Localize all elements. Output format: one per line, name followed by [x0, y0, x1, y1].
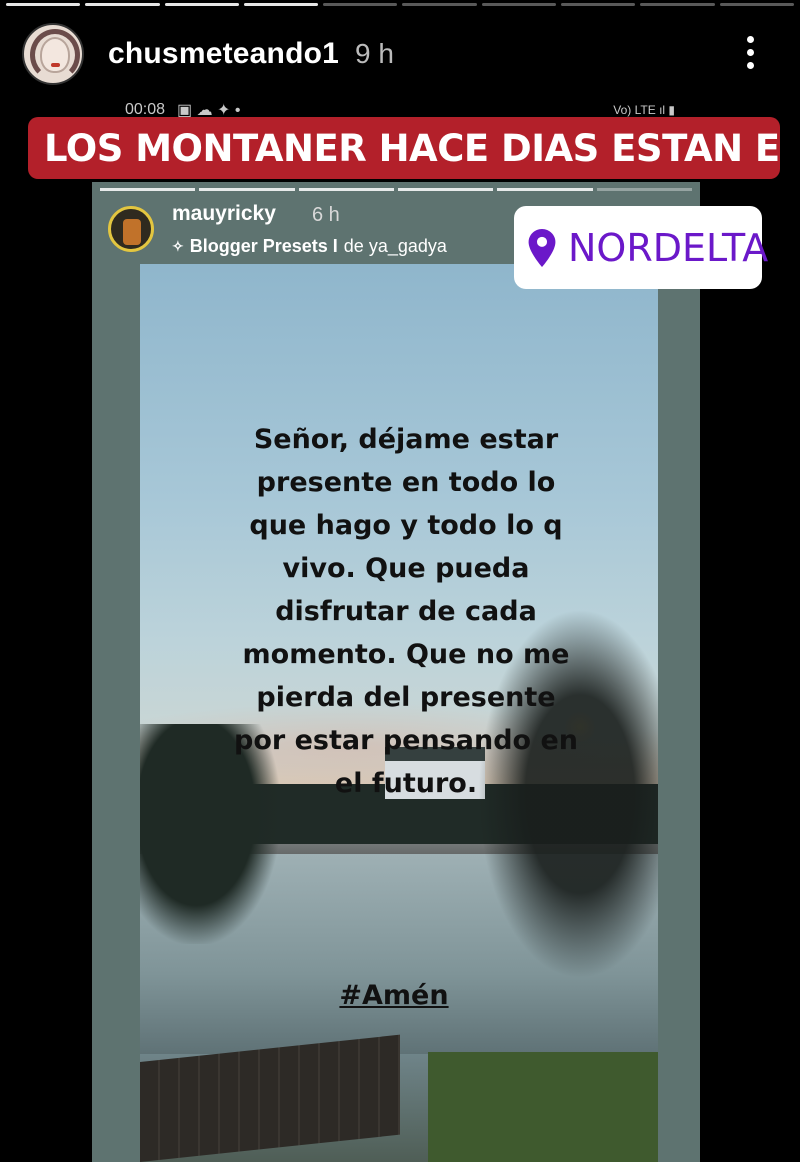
progress-segment — [402, 3, 477, 6]
location-pin-icon — [528, 228, 556, 267]
username-link[interactable]: chusmeteando1 — [108, 37, 339, 71]
avatar-face — [40, 37, 70, 73]
progress-segment — [85, 3, 160, 6]
inner-avatar — [108, 206, 154, 252]
progress-segment — [481, 3, 557, 6]
shared-story-card: mauyricky 6 h ✧ Blogger Presets I de ya_… — [92, 182, 700, 1162]
preset-author: de ya_gadya — [343, 236, 447, 256]
status-icons-right: Vo) LTE ıl ▮ — [613, 103, 675, 117]
avatar[interactable] — [22, 23, 84, 85]
progress-segment — [719, 3, 794, 6]
preset-label: Blogger Presets I — [189, 236, 338, 256]
location-sticker[interactable]: NORDELTA — [514, 206, 768, 289]
progress-segment — [243, 3, 319, 6]
preset-credit: ✧ Blogger Presets I de ya_gadya — [172, 236, 447, 257]
progress-segment — [323, 3, 398, 6]
progress-segment — [6, 3, 81, 6]
progress-segment — [561, 3, 636, 6]
location-label: NORDELTA — [568, 225, 769, 270]
hashtag-link[interactable]: #Amén — [140, 980, 658, 1011]
inner-username: mauyricky — [172, 202, 276, 225]
story-header: chusmeteando1 9 h — [22, 22, 778, 86]
banner-text: LOS MONTANER HACE DIAS ESTAN EN — [44, 126, 780, 170]
inner-post-time: 6 h — [312, 204, 340, 226]
progress-segment — [164, 3, 239, 6]
post-time: 9 h — [355, 38, 394, 69]
lake-sunset-photo: Señor, déjame estar presente en todo lo … — [140, 264, 658, 1162]
sparkle-icon: ✧ — [172, 238, 184, 254]
progress-segment — [640, 3, 715, 6]
story-progress-bar — [6, 3, 794, 6]
avatar-lips — [51, 63, 60, 67]
more-vertical-icon[interactable] — [746, 36, 754, 69]
inner-progress-bar — [100, 188, 692, 191]
caption-banner: LOS MONTANER HACE DIAS ESTAN EN — [28, 117, 780, 179]
quote-text: Señor, déjame estar presente en todo lo … — [234, 424, 578, 799]
